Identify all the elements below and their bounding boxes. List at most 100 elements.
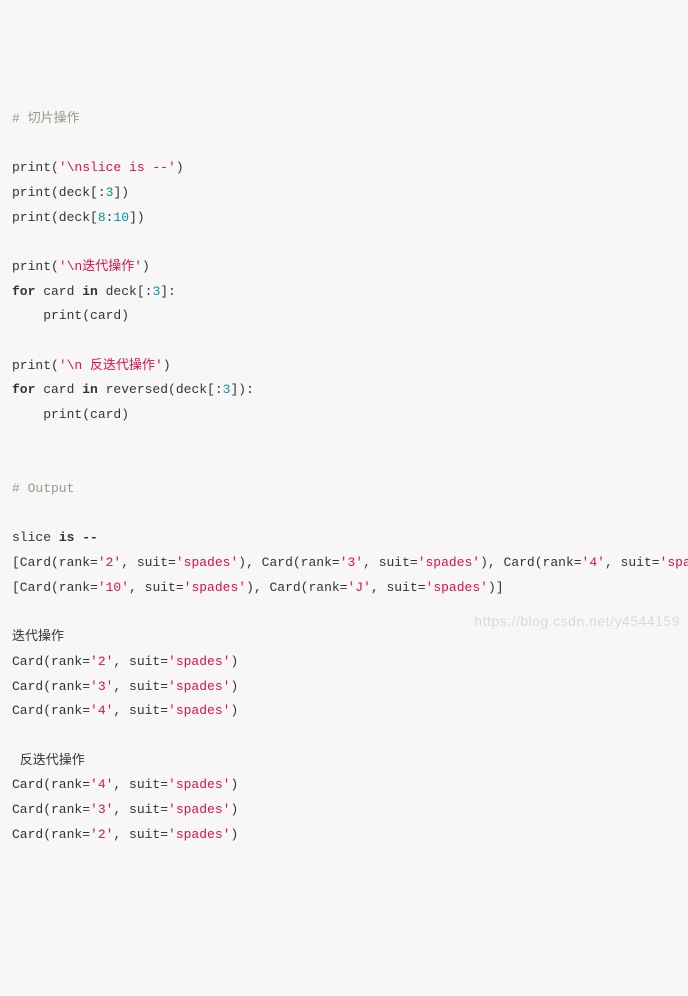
code-token: 'spades'	[168, 827, 230, 842]
code-line	[12, 230, 688, 255]
code-line	[12, 502, 688, 527]
code-token: '\nslice is --'	[59, 160, 176, 175]
code-token: 迭代操作	[12, 629, 64, 644]
code-token: ), Card(rank=	[238, 555, 339, 570]
code-token: print(	[12, 160, 59, 175]
code-line	[12, 131, 688, 156]
code-token: print(	[12, 358, 59, 373]
code-token: ]):	[230, 382, 253, 397]
code-token: , suit=	[605, 555, 660, 570]
code-token: Card(rank=	[12, 802, 90, 817]
code-token: [Card(rank=	[12, 580, 98, 595]
code-token: card	[35, 284, 82, 299]
code-line: print(card)	[12, 304, 688, 329]
code-token: )	[142, 259, 150, 274]
code-token: 'spad	[660, 555, 688, 570]
code-token: , suit=	[113, 827, 168, 842]
code-token: 8	[98, 210, 106, 225]
code-token: 'spades'	[418, 555, 480, 570]
code-line: [Card(rank='2', suit='spades'), Card(ran…	[12, 551, 688, 576]
code-token: 'spades'	[168, 802, 230, 817]
code-token: 'spades'	[184, 580, 246, 595]
code-line: Card(rank='4', suit='spades')	[12, 773, 688, 798]
code-token: , suit=	[113, 777, 168, 792]
code-token: ]:	[160, 284, 176, 299]
code-token: '4'	[90, 703, 113, 718]
code-token: , suit=	[121, 555, 176, 570]
code-token: )	[230, 679, 238, 694]
code-token: '2'	[98, 555, 121, 570]
code-token: Card(rank=	[12, 703, 90, 718]
code-token: '4'	[90, 777, 113, 792]
code-block: # 切片操作 print('\nslice is --')print(deck[…	[12, 107, 688, 848]
code-token: ])	[129, 210, 145, 225]
code-token: 10	[113, 210, 129, 225]
code-line: Card(rank='2', suit='spades')	[12, 650, 688, 675]
code-token: '3'	[90, 802, 113, 817]
code-token: )	[176, 160, 184, 175]
code-token: ), Card(rank=	[246, 580, 347, 595]
code-token: for	[12, 382, 35, 397]
code-line: 反迭代操作	[12, 749, 688, 774]
code-token: , suit=	[113, 703, 168, 718]
code-token: is	[59, 530, 75, 545]
code-token: 'spades'	[168, 703, 230, 718]
code-token: '3'	[340, 555, 363, 570]
code-token: print(deck[	[12, 210, 98, 225]
code-line: print('\n迭代操作')	[12, 255, 688, 280]
code-token: )	[230, 703, 238, 718]
code-token: 'spades'	[168, 777, 230, 792]
code-line: # 切片操作	[12, 107, 688, 132]
code-token: 'spades'	[426, 580, 488, 595]
code-token: '\n 反迭代操作'	[59, 358, 163, 373]
code-token: slice	[12, 530, 59, 545]
code-token: 'spades'	[168, 679, 230, 694]
code-token: )	[163, 358, 171, 373]
code-token: # 切片操作	[12, 111, 80, 126]
code-line: print('\nslice is --')	[12, 156, 688, 181]
code-token: for	[12, 284, 35, 299]
code-token: '2'	[90, 827, 113, 842]
code-token: print(	[12, 259, 59, 274]
code-token: )]	[488, 580, 504, 595]
code-token: )	[230, 777, 238, 792]
code-token: '\n迭代操作'	[59, 259, 142, 274]
code-line: [Card(rank='10', suit='spades'), Card(ra…	[12, 576, 688, 601]
code-token: deck[:	[98, 284, 153, 299]
code-line: print(deck[8:10])	[12, 206, 688, 231]
code-line: slice is --	[12, 526, 688, 551]
code-token: ), Card(rank=	[480, 555, 581, 570]
code-token: )	[230, 827, 238, 842]
code-token: print(deck[:	[12, 185, 106, 200]
code-line	[12, 329, 688, 354]
code-token: , suit=	[113, 679, 168, 694]
code-token: 'spades'	[176, 555, 238, 570]
code-line	[12, 428, 688, 453]
code-token: , suit=	[113, 654, 168, 669]
code-line	[12, 601, 688, 626]
code-token: [Card(rank=	[12, 555, 98, 570]
code-token: print(card)	[12, 407, 129, 422]
code-token: , suit=	[129, 580, 184, 595]
code-line: 迭代操作	[12, 625, 688, 650]
code-token: reversed(deck[:	[98, 382, 223, 397]
code-token: 'J'	[348, 580, 371, 595]
code-line: print(card)	[12, 403, 688, 428]
code-token: )	[230, 654, 238, 669]
code-token: Card(rank=	[12, 679, 90, 694]
code-line: Card(rank='4', suit='spades')	[12, 699, 688, 724]
code-token: --	[82, 530, 98, 545]
code-token: in	[82, 382, 98, 397]
code-token: Card(rank=	[12, 777, 90, 792]
code-token: '3'	[90, 679, 113, 694]
code-line: for card in reversed(deck[:3]):	[12, 378, 688, 403]
code-line	[12, 724, 688, 749]
code-token: Card(rank=	[12, 827, 90, 842]
code-token: # Output	[12, 481, 74, 496]
code-token: , suit=	[371, 580, 426, 595]
code-line: Card(rank='3', suit='spades')	[12, 798, 688, 823]
code-line: Card(rank='3', suit='spades')	[12, 675, 688, 700]
code-token: 反迭代操作	[12, 753, 85, 768]
code-line: print(deck[:3])	[12, 181, 688, 206]
code-line: print('\n 反迭代操作')	[12, 354, 688, 379]
